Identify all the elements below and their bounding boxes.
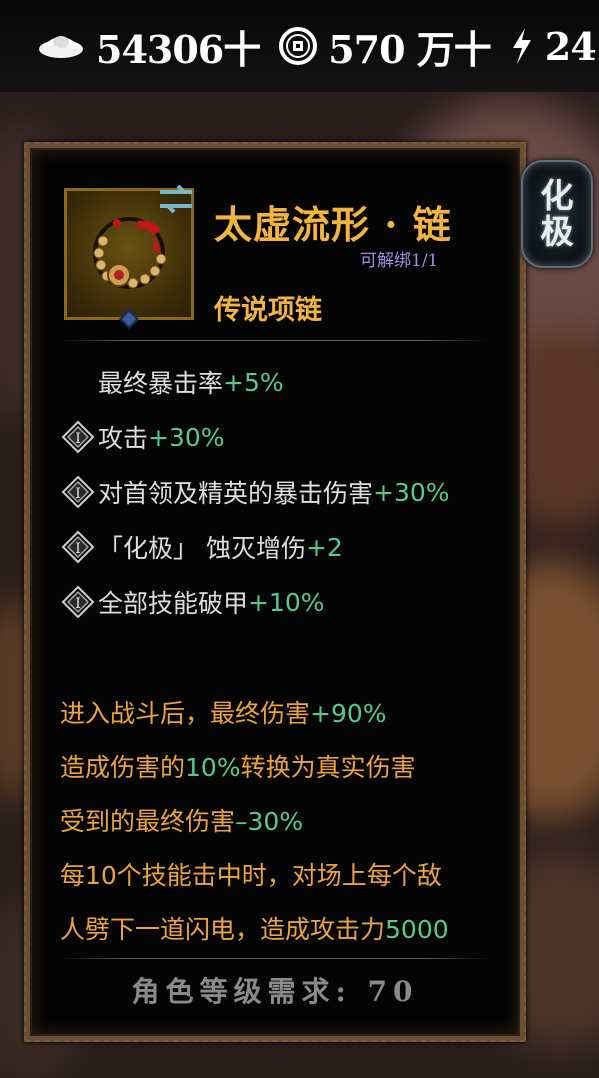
stat-row: I 攻击 +30% [60, 419, 225, 455]
currency-silver[interactable]: 54306十 [36, 19, 261, 74]
item-name: 太虚流形 · 链 [214, 202, 452, 247]
stat-row: I 对首领及精英的暴击伤害 +30% [60, 474, 450, 510]
stat-value: +2 [305, 532, 343, 562]
effect-text: 转换为真实伤害 [240, 753, 416, 782]
stat-row: 最终暴击率 +5% [60, 364, 284, 400]
bind-status: 可解绑1/1 [360, 251, 439, 271]
effect-text: 人劈下一道闪电，造成攻击力 [60, 915, 386, 944]
effect-value: +90% [310, 699, 387, 728]
stat-label: 全部技能破甲 [98, 589, 249, 618]
effect-line: 人劈下一道闪电，造成攻击力5000 [60, 910, 449, 946]
badge-char-1: 化 [540, 176, 574, 215]
item-type: 传说项链 [214, 295, 322, 326]
effect-text: 受到的最终伤害 [60, 807, 236, 836]
energy-bolt-icon [512, 28, 531, 64]
stat-row: I 全部技能破甲 +10% [60, 584, 325, 620]
silver-amount: 54306十 [96, 26, 261, 72]
rune-icon: I [61, 475, 95, 509]
currency-coin[interactable]: 570 万十 [278, 19, 492, 74]
silver-ingot-icon [39, 36, 83, 58]
stat-label: 攻击 [98, 424, 149, 453]
stat-label: 「化极」 蚀灭增伤 [98, 534, 306, 563]
coin-amount: 570 万十 [328, 26, 492, 72]
svg-text:I: I [75, 596, 81, 612]
rune-icon: I [61, 530, 95, 564]
effect-line: 造成伤害的10%转换为真实伤害 [60, 748, 416, 784]
effect-value: 5000 [385, 915, 449, 944]
effect-value: 10% [185, 753, 241, 782]
effect-line: 每10个技能击中时，对场上每个敌 [60, 856, 442, 892]
rune-icon: I [61, 420, 95, 454]
svg-text:I: I [75, 486, 81, 502]
swap-arrows-icon[interactable] [156, 182, 196, 216]
stat-label: 最终暴击率 [98, 369, 224, 398]
huaji-badge: 化 极 [521, 160, 593, 268]
divider [60, 340, 490, 341]
item-tooltip-card: 太虚流形 · 链 可解绑1/1 传说项链 最终暴击率 +5% I 攻击 +30% I… [24, 142, 526, 1042]
rune-icon: I [61, 585, 95, 619]
effect-line: 进入战斗后，最终伤害+90% [60, 694, 387, 730]
currency-bar: 54306十 570 万十 24 [0, 0, 599, 92]
effect-text: 造成伤害的 [60, 753, 186, 782]
stat-value: +5% [223, 367, 284, 397]
stat-row: I 「化极」 蚀灭增伤 +2 [60, 529, 343, 565]
effect-value: –30% [235, 807, 304, 836]
effect-text: 每10个技能击中时，对场上每个敌 [60, 861, 442, 890]
currency-energy[interactable]: 24 [509, 23, 597, 69]
svg-text:I: I [75, 541, 81, 557]
level-requirement: 角色等级需求: 70 [131, 975, 419, 1008]
effect-text: 进入战斗后，最终伤害 [60, 699, 311, 728]
stat-value: +10% [248, 587, 325, 617]
stat-label: 对首领及精英的暴击伤害 [98, 479, 374, 508]
energy-amount: 24 [544, 23, 597, 69]
effect-line: 受到的最终伤害–30% [60, 802, 303, 838]
stat-value: +30% [148, 422, 225, 452]
badge-char-2: 极 [540, 212, 574, 251]
stat-value: +30% [373, 477, 450, 507]
divider [60, 958, 490, 959]
svg-text:I: I [75, 431, 81, 447]
coin-icon [279, 27, 318, 65]
